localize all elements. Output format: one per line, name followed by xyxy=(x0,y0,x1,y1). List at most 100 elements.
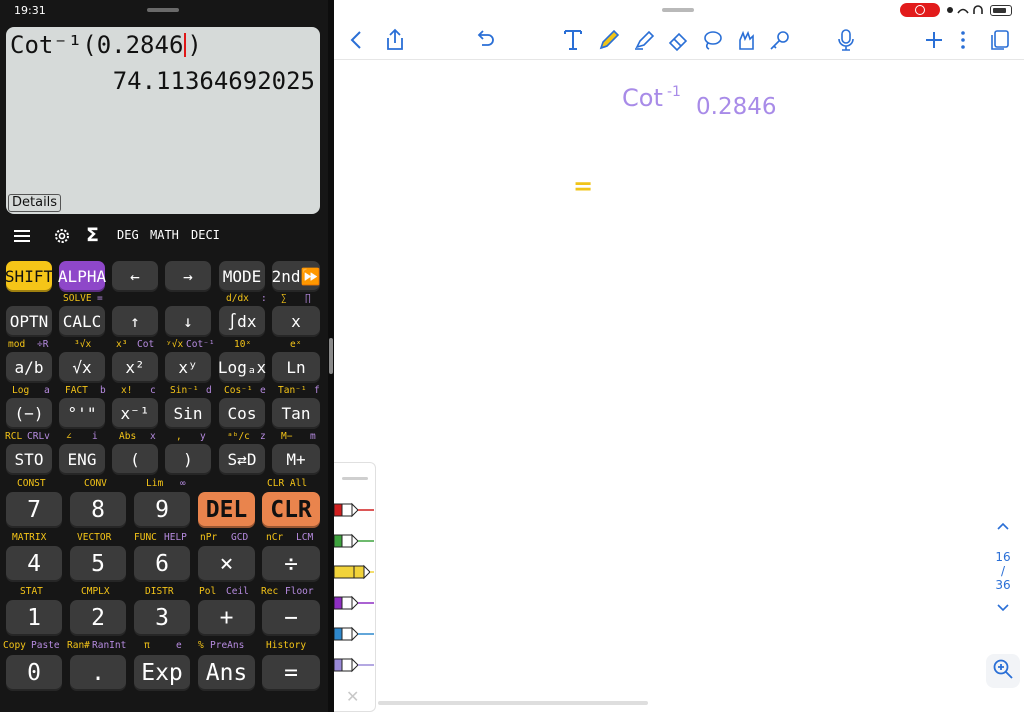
pen-color-swatch[interactable] xyxy=(334,594,374,612)
key-button[interactable]: Cos xyxy=(219,398,265,429)
key-button[interactable]: 3 xyxy=(134,600,190,636)
key-button[interactable]: CALC xyxy=(59,306,105,337)
key-button[interactable]: 2 xyxy=(70,600,126,636)
horizontal-scrollbar[interactable] xyxy=(378,701,648,705)
key-button[interactable]: 2nd⏩ xyxy=(272,261,320,292)
key-button[interactable]: Tan xyxy=(272,398,320,429)
key-button[interactable]: STO xyxy=(6,444,52,475)
key-secondary-label: CONV xyxy=(84,478,107,489)
key-secondary-label: Abs xyxy=(119,431,137,442)
key-button[interactable]: xʸ xyxy=(165,352,211,383)
key-secondary-label: CMPLX xyxy=(81,586,110,597)
key-button[interactable]: √x xyxy=(59,352,105,383)
key-button[interactable]: M+ xyxy=(272,444,320,475)
palette-handle[interactable] xyxy=(342,477,368,480)
key-button[interactable]: ↓ xyxy=(165,306,211,337)
pen-tool-icon[interactable] xyxy=(597,28,621,52)
lasso-icon[interactable] xyxy=(700,28,724,52)
key-button[interactable]: × xyxy=(198,546,255,582)
key-button[interactable]: Ln xyxy=(272,352,320,383)
microphone-icon[interactable] xyxy=(837,28,855,52)
key-button[interactable]: a/b xyxy=(6,352,52,383)
key-button[interactable]: 1 xyxy=(6,600,62,636)
undo-icon[interactable] xyxy=(474,28,496,52)
status-icons xyxy=(946,4,986,19)
key-secondary-label: VECTOR xyxy=(77,532,112,543)
more-options-icon[interactable] xyxy=(960,28,966,52)
key-button[interactable]: ENG xyxy=(59,444,105,475)
key-button[interactable]: Logₐx xyxy=(218,352,266,383)
key-button[interactable]: ← xyxy=(112,261,158,292)
key-secondary-label: : xyxy=(261,293,267,304)
key-button[interactable]: . xyxy=(70,655,126,691)
key-button[interactable]: 7 xyxy=(6,492,62,528)
key-button[interactable]: ) xyxy=(165,444,211,475)
key-button[interactable]: → xyxy=(165,261,211,292)
key-secondary-label: 10ˣ xyxy=(234,339,252,350)
add-icon[interactable] xyxy=(924,28,944,52)
key-button[interactable]: °'" xyxy=(59,398,105,429)
shapes-icon[interactable] xyxy=(734,28,758,52)
key-button[interactable]: − xyxy=(262,600,320,636)
pen-color-swatch[interactable] xyxy=(334,563,374,581)
pen-color-swatch[interactable] xyxy=(334,501,374,519)
key-button[interactable]: 5 xyxy=(70,546,126,582)
key-secondary-label: Lim xyxy=(146,478,164,489)
share-icon[interactable] xyxy=(384,28,406,52)
split-grabber[interactable] xyxy=(147,8,179,12)
key-button[interactable]: 9 xyxy=(134,492,190,528)
sigma-icon[interactable]: Σ xyxy=(86,224,99,246)
key-button[interactable]: CLR xyxy=(262,492,320,528)
display-result: 74.11364692025 xyxy=(112,67,315,95)
pen-color-swatch[interactable] xyxy=(334,656,374,674)
key-button[interactable]: S⇄D xyxy=(219,444,265,475)
laser-pointer-icon[interactable] xyxy=(768,28,792,52)
key-button[interactable]: Exp xyxy=(134,655,190,691)
gear-icon[interactable] xyxy=(52,226,72,250)
key-button[interactable]: ALPHA xyxy=(58,261,106,292)
key-secondary-label: ∏ xyxy=(305,293,311,304)
pen-color-swatch[interactable] xyxy=(334,532,374,550)
key-button[interactable]: OPTN xyxy=(6,306,52,337)
key-button[interactable]: x⁻¹ xyxy=(112,398,158,429)
page-down-icon[interactable] xyxy=(988,602,1018,616)
close-palette-icon[interactable]: ✕ xyxy=(346,687,359,706)
key-button[interactable]: MODE xyxy=(219,261,265,292)
key-button[interactable]: Ans xyxy=(198,655,255,691)
key-button[interactable]: x² xyxy=(112,352,158,383)
key-button[interactable]: 0 xyxy=(6,655,62,691)
notes-grabber[interactable] xyxy=(662,8,694,12)
key-button[interactable]: DEL xyxy=(198,492,255,528)
key-secondary-label: x xyxy=(150,431,156,442)
key-button[interactable]: + xyxy=(198,600,255,636)
expression-close-paren: ) xyxy=(187,31,202,59)
key-secondary-label: x! xyxy=(121,385,133,396)
details-button[interactable]: Details xyxy=(8,194,62,212)
key-button[interactable]: 8 xyxy=(70,492,126,528)
key-button[interactable]: ∫dx xyxy=(219,306,265,337)
highlighter-icon[interactable] xyxy=(632,28,656,52)
key-button[interactable]: ÷ xyxy=(262,546,320,582)
back-chevron-icon[interactable] xyxy=(348,28,364,52)
pages-icon[interactable] xyxy=(990,28,1010,52)
page-up-icon[interactable] xyxy=(988,520,1018,534)
key-button[interactable]: ↑ xyxy=(112,306,158,337)
key-button[interactable]: ( xyxy=(112,444,158,475)
text-tool-icon[interactable] xyxy=(562,28,584,52)
key-secondary-label: FACT xyxy=(65,385,88,396)
pen-color-swatch[interactable] xyxy=(334,625,374,643)
key-button[interactable]: 6 xyxy=(134,546,190,582)
zoom-button[interactable] xyxy=(986,654,1020,688)
key-button[interactable]: Sin xyxy=(165,398,211,429)
key-button[interactable]: SHIFT xyxy=(5,261,53,292)
menu-icon[interactable] xyxy=(12,226,32,250)
page-separator: / xyxy=(1000,564,1006,578)
key-button[interactable]: = xyxy=(262,655,320,691)
key-secondary-label: ³√x xyxy=(74,339,92,350)
key-button[interactable]: (−) xyxy=(6,398,52,429)
key-button[interactable]: 4 xyxy=(6,546,62,582)
notes-toolbar xyxy=(334,0,1024,60)
key-button[interactable]: x xyxy=(272,306,320,337)
divider-handle[interactable] xyxy=(329,338,333,374)
eraser-icon[interactable] xyxy=(666,28,690,52)
